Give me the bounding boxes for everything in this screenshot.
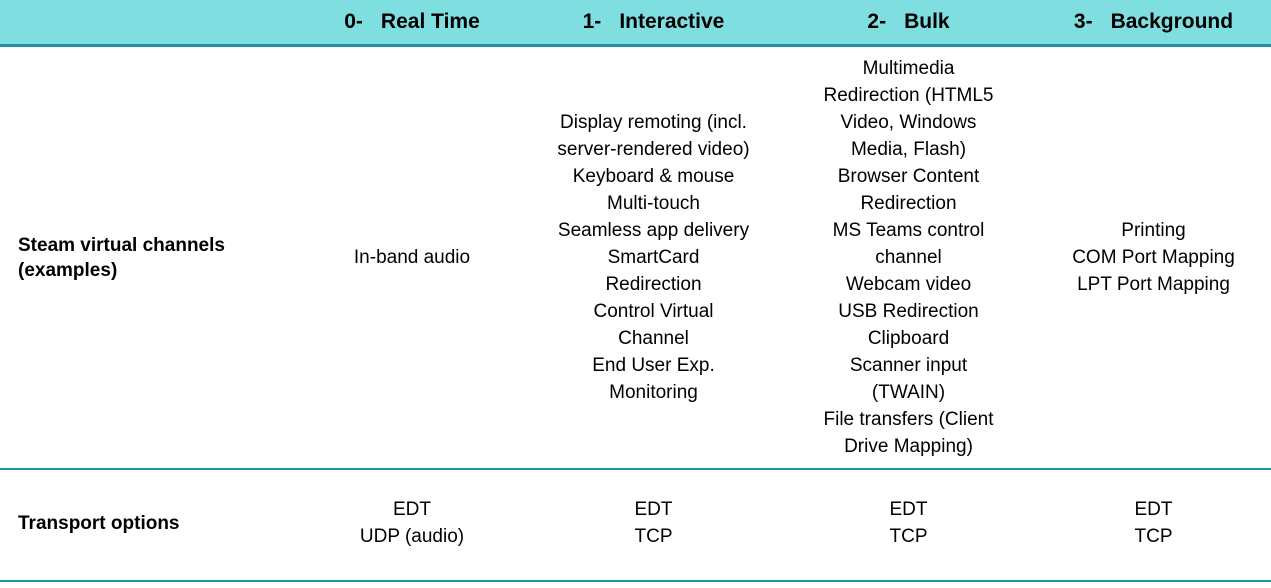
table-body: Steam virtual channels (examples) In-band… bbox=[0, 45, 1271, 582]
cell-line: channel bbox=[875, 247, 942, 268]
cell-line: MS Teams control bbox=[832, 220, 985, 241]
column-header-real-time-number: 0- bbox=[344, 10, 363, 34]
cell-transport-interactive: EDT TCP bbox=[526, 469, 781, 582]
cell-line: Keyboard & mouse bbox=[572, 166, 735, 187]
cell-line: Browser Content bbox=[837, 166, 980, 187]
cell-transport-background: EDT TCP bbox=[1036, 469, 1271, 582]
cell-line: USB Redirection bbox=[838, 301, 979, 322]
cell-line: Redirection bbox=[860, 193, 957, 214]
cell-line: EDT bbox=[393, 499, 431, 520]
row-label-lines: Transport options bbox=[18, 511, 288, 536]
cell-line: Drive Mapping) bbox=[844, 436, 973, 457]
table-header: 0- Real Time 1- Interactive 2- Bulk 3- Backg… bbox=[0, 0, 1271, 47]
cell-line: Multi-touch bbox=[607, 193, 700, 214]
column-header-background-number: 3- bbox=[1073, 10, 1093, 34]
cell-channels-bulk: Multimedia Redirection (HTML5 Video, Windo… bbox=[781, 45, 1036, 470]
cell-line: Clipboard bbox=[867, 328, 950, 349]
table-row: Steam virtual channels (examples) In-band… bbox=[0, 45, 1271, 470]
cell-channels-interactive: Display remoting (incl. server-rendered v… bbox=[526, 45, 781, 470]
cell-line: EDT bbox=[634, 499, 673, 520]
cell-line: Steam virtual channels bbox=[18, 234, 225, 256]
cell-transport-bulk: EDT TCP bbox=[781, 469, 1036, 582]
column-header-background-label: Background bbox=[1110, 10, 1234, 34]
cell-line: Transport options bbox=[18, 512, 180, 534]
column-header-bulk-number: 2- bbox=[867, 10, 887, 34]
column-header-row-label bbox=[0, 0, 298, 47]
cell-lines: Display remoting (incl. server-rendered v… bbox=[526, 109, 781, 406]
row-label-lines: Steam virtual channels (examples) bbox=[18, 233, 288, 283]
column-header-bulk-label: Bulk bbox=[904, 10, 950, 34]
cell-lines: EDT TCP bbox=[1036, 496, 1271, 550]
cell-line: (TWAIN) bbox=[871, 382, 946, 403]
cell-line: Multimedia bbox=[862, 58, 955, 79]
table-row: Transport options EDT UDP (audio) EDT TCP … bbox=[0, 469, 1271, 582]
cell-channels-real-time: In-band audio bbox=[298, 45, 526, 470]
table-header-row: 0- Real Time 1- Interactive 2- Bulk 3- Backg… bbox=[0, 0, 1271, 47]
cell-line: End User Exp. bbox=[592, 355, 715, 376]
cell-line: Scanner input bbox=[849, 355, 968, 376]
cell-line: EDT bbox=[1134, 499, 1173, 520]
column-header-real-time-label: Real Time bbox=[380, 10, 480, 34]
cell-line: Redirection bbox=[605, 274, 702, 295]
row-label-steam-virtual-channels: Steam virtual channels (examples) bbox=[0, 45, 298, 470]
column-header-interactive-number: 1- bbox=[582, 10, 602, 34]
cell-lines: EDT UDP (audio) bbox=[298, 496, 526, 550]
cell-line: (examples) bbox=[18, 259, 118, 281]
cell-line: Control Virtual bbox=[593, 301, 714, 322]
cell-line: COM Port Mapping bbox=[1072, 247, 1235, 268]
column-header-real-time: 0- Real Time bbox=[298, 0, 526, 47]
priority-channel-table: 0- Real Time 1- Interactive 2- Bulk 3- Backg… bbox=[0, 0, 1271, 588]
cell-line: Printing bbox=[1121, 220, 1186, 241]
cell-line: In-band audio bbox=[353, 247, 471, 268]
row-label-transport-options: Transport options bbox=[0, 469, 298, 582]
cell-line: Video, Windows bbox=[840, 112, 977, 133]
cell-transport-real-time: EDT UDP (audio) bbox=[298, 469, 526, 582]
cell-line: TCP bbox=[889, 526, 928, 547]
cell-lines: In-band audio bbox=[298, 244, 526, 271]
cell-line: Media, Flash) bbox=[850, 139, 967, 160]
cell-line: SmartCard bbox=[607, 247, 700, 268]
column-header-bulk: 2- Bulk bbox=[781, 0, 1036, 47]
cell-line: Monitoring bbox=[609, 382, 698, 403]
column-header-interactive: 1- Interactive bbox=[526, 0, 781, 47]
cell-line: server-rendered video) bbox=[557, 139, 750, 160]
cell-lines: EDT TCP bbox=[781, 496, 1036, 550]
cell-line: File transfers (Client bbox=[823, 409, 994, 430]
virtual-channel-priority-table: 0- Real Time 1- Interactive 2- Bulk 3- Backg… bbox=[0, 0, 1271, 582]
cell-line: EDT bbox=[889, 499, 928, 520]
cell-channels-background: Printing COM Port Mapping LPT Port Mapping bbox=[1036, 45, 1271, 470]
cell-line: Redirection (HTML5 bbox=[823, 85, 994, 106]
cell-line: Seamless app delivery bbox=[557, 220, 750, 241]
cell-line: Webcam video bbox=[845, 274, 972, 295]
cell-line: LPT Port Mapping bbox=[1077, 274, 1230, 295]
cell-line: Display remoting (incl. bbox=[560, 112, 747, 133]
cell-lines: Printing COM Port Mapping LPT Port Mapping bbox=[1036, 217, 1271, 298]
column-header-interactive-label: Interactive bbox=[619, 10, 725, 34]
cell-line: UDP (audio) bbox=[359, 526, 465, 547]
cell-lines: EDT TCP bbox=[526, 496, 781, 550]
cell-line: TCP bbox=[1134, 526, 1173, 547]
cell-line: Channel bbox=[618, 328, 689, 349]
cell-line: TCP bbox=[634, 526, 673, 547]
column-header-background: 3- Background bbox=[1036, 0, 1271, 47]
cell-lines: Multimedia Redirection (HTML5 Video, Windo… bbox=[781, 55, 1036, 460]
